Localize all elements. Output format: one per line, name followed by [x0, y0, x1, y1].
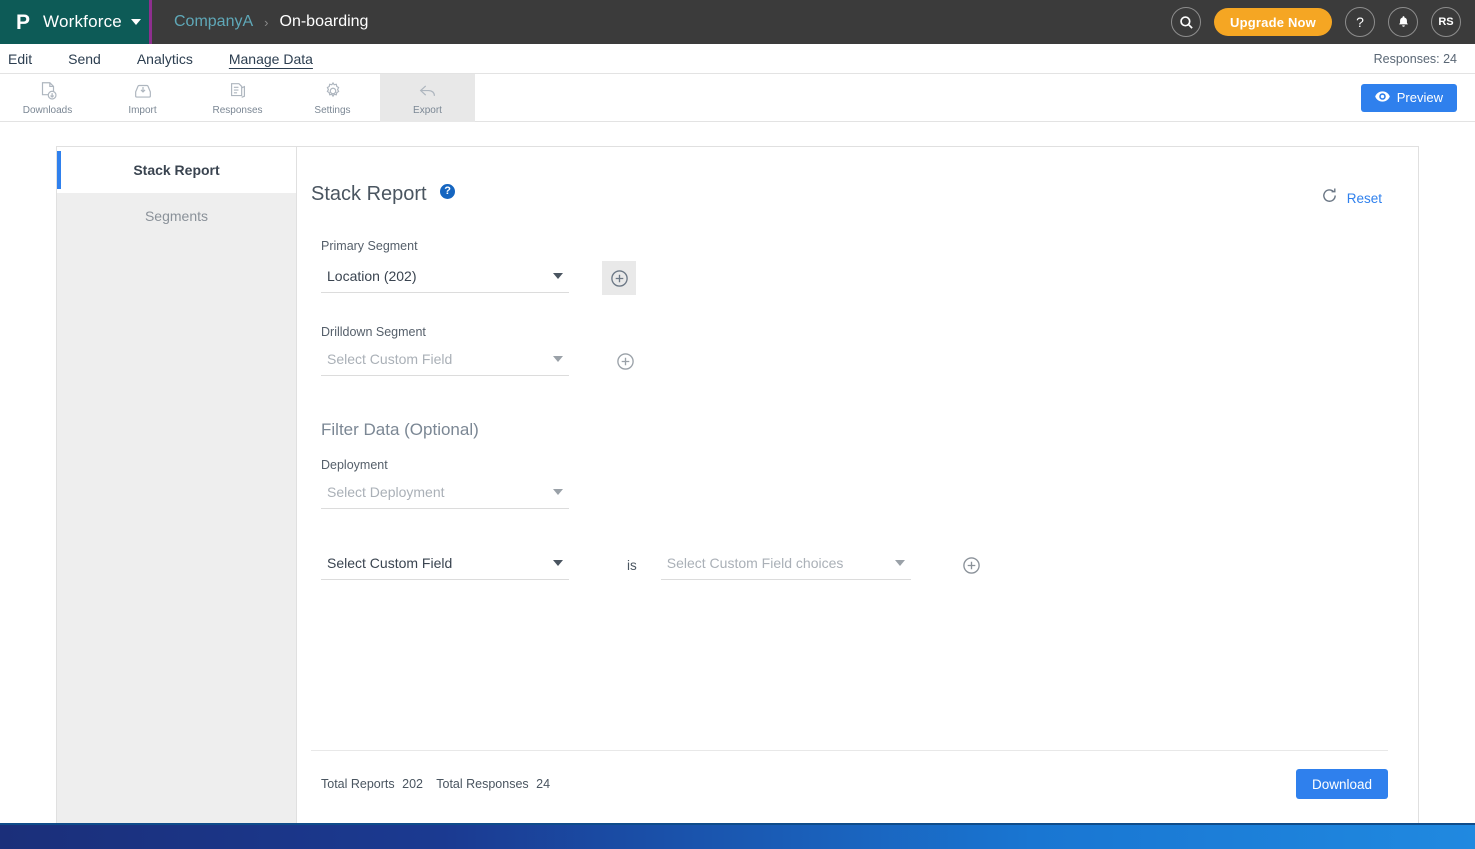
primary-segment-label: Primary Segment — [321, 239, 418, 253]
nav-item-edit[interactable]: Edit — [0, 51, 50, 67]
document-download-icon — [37, 80, 59, 102]
breadcrumb: CompanyA › On-boarding — [174, 13, 368, 31]
preview-button[interactable]: Preview — [1360, 83, 1457, 112]
toolbar-label-import: Import — [128, 104, 157, 116]
stack-report-content: Stack Report ? Reset Primary Segment Loc… — [297, 147, 1418, 823]
sidebar-item-label: Segments — [144, 208, 209, 224]
top-bar-actions: Upgrade Now ? RS — [1171, 7, 1475, 37]
toolbar-label-responses: Responses — [212, 104, 263, 116]
stack-report-card: Stack Report Segments Stack Report ? Res… — [56, 146, 1419, 824]
drilldown-segment-label: Drilldown Segment — [321, 325, 426, 339]
responses-document-icon — [227, 80, 249, 102]
primary-segment-row: Location (202) — [321, 261, 1388, 295]
avatar[interactable]: RS — [1431, 7, 1461, 37]
search-icon[interactable] — [1171, 7, 1202, 37]
deployment-placeholder: Select Deployment — [327, 484, 445, 500]
reset-label: Reset — [1346, 190, 1382, 206]
chevron-down-icon — [553, 489, 563, 495]
primary-segment-value: Location (202) — [327, 267, 417, 284]
add-primary-segment-button[interactable] — [602, 261, 636, 295]
chevron-down-icon — [553, 560, 563, 566]
drilldown-segment-block: Drilldown Segment Select Custom Field — [311, 325, 1388, 376]
chevron-down-icon — [553, 272, 563, 279]
total-reports-label: Total Reports — [321, 777, 395, 791]
total-responses-value: 24 — [536, 777, 551, 791]
toolbar-item-import[interactable]: Import — [95, 74, 190, 122]
breadcrumb-company[interactable]: CompanyA — [174, 13, 253, 31]
deployment-block: Deployment Select Deployment — [311, 458, 1388, 509]
chevron-down-icon — [553, 356, 563, 362]
preview-label: Preview — [1396, 90, 1443, 105]
report-sidebar: Stack Report Segments — [57, 147, 297, 823]
filter-operator-label: is — [627, 558, 637, 573]
reset-button[interactable]: Reset — [1321, 183, 1388, 209]
eye-icon — [1374, 90, 1390, 105]
drilldown-segment-row: Select Custom Field — [321, 347, 1388, 376]
chevron-down-icon[interactable] — [130, 19, 141, 25]
filter-choices-placeholder: Select Custom Field choices — [666, 555, 844, 571]
deployment-label: Deployment — [321, 458, 388, 472]
nav-item-analytics[interactable]: Analytics — [119, 51, 211, 67]
card-footer: Total Reports 202 Total Responses 24 Dow… — [321, 769, 1388, 799]
page-title: Stack Report — [311, 183, 427, 205]
footer-divider — [311, 750, 1388, 751]
totals-summary: Total Reports 202 Total Responses 24 — [321, 777, 560, 791]
toolbar-label-export: Export — [413, 104, 442, 116]
deployment-select[interactable]: Select Deployment — [321, 480, 569, 509]
toolbar-item-downloads[interactable]: Downloads — [0, 74, 95, 122]
top-bar: P Workforce CompanyA › On-boarding Upgra… — [0, 0, 1475, 44]
product-name-label: Workforce — [43, 12, 122, 31]
breadcrumb-separator-icon: › — [264, 14, 269, 30]
responses-count-label: Responses: 24 — [1373, 51, 1457, 66]
content-header: Stack Report ? Reset — [311, 183, 1388, 209]
sidebar-item-label: Stack Report — [133, 162, 220, 178]
upgrade-now-button[interactable]: Upgrade Now — [1214, 8, 1332, 36]
toolbar-label-settings: Settings — [314, 104, 351, 116]
custom-field-filter-row: Select Custom Field is Select Custom Fie… — [311, 551, 1388, 580]
filter-custom-field-select[interactable]: Select Custom Field — [321, 551, 569, 580]
import-tray-icon — [132, 80, 154, 102]
breadcrumb-current: On-boarding — [279, 13, 369, 30]
bottom-accent-strip — [0, 823, 1475, 849]
filter-custom-field-placeholder: Select Custom Field — [327, 555, 453, 571]
nav-item-manage-data[interactable]: Manage Data — [211, 51, 331, 67]
add-drilldown-segment-button[interactable] — [614, 351, 636, 373]
add-filter-button[interactable] — [961, 555, 983, 577]
sidebar-item-stack-report[interactable]: Stack Report — [57, 147, 296, 193]
toolbar-item-export[interactable]: Export — [380, 73, 475, 122]
primary-segment-select[interactable]: Location (202) — [321, 264, 569, 293]
proprofs-logo-icon: P — [15, 10, 30, 34]
deployment-row: Select Deployment — [321, 480, 1388, 509]
total-responses-label: Total Responses — [436, 777, 529, 791]
product-logo-block[interactable]: P Workforce — [0, 0, 152, 44]
filter-section-title: Filter Data (Optional) — [321, 420, 479, 439]
manage-data-toolbar: Downloads Import Responses Settings Expo… — [0, 73, 1475, 122]
filter-condition-row: Select Custom Field is Select Custom Fie… — [321, 551, 1388, 580]
refresh-icon — [1321, 187, 1338, 209]
question-mark-icon[interactable]: ? — [1345, 7, 1375, 37]
sidebar-item-segments[interactable]: Segments — [57, 193, 296, 239]
primary-segment-block: Primary Segment Location (202) — [311, 239, 1388, 295]
page-title-wrap: Stack Report ? — [311, 183, 456, 206]
toolbar-label-downloads: Downloads — [22, 104, 73, 116]
nav-item-send[interactable]: Send — [50, 51, 119, 67]
toolbar-item-settings[interactable]: Settings — [285, 74, 380, 122]
export-arrow-icon — [417, 80, 439, 102]
download-button[interactable]: Download — [1295, 769, 1388, 799]
main-nav: Edit Send Analytics Manage Data Response… — [0, 44, 1475, 74]
total-reports-value: 202 — [402, 777, 423, 791]
filter-choices-select[interactable]: Select Custom Field choices — [660, 551, 911, 580]
drilldown-segment-placeholder: Select Custom Field — [327, 351, 453, 367]
help-circle-icon[interactable]: ? — [440, 183, 456, 199]
toolbar-item-responses[interactable]: Responses — [190, 74, 285, 122]
drilldown-segment-select[interactable]: Select Custom Field — [321, 347, 569, 376]
chevron-down-icon — [894, 560, 905, 566]
bell-icon[interactable] — [1388, 7, 1418, 37]
gear-icon — [322, 80, 344, 102]
